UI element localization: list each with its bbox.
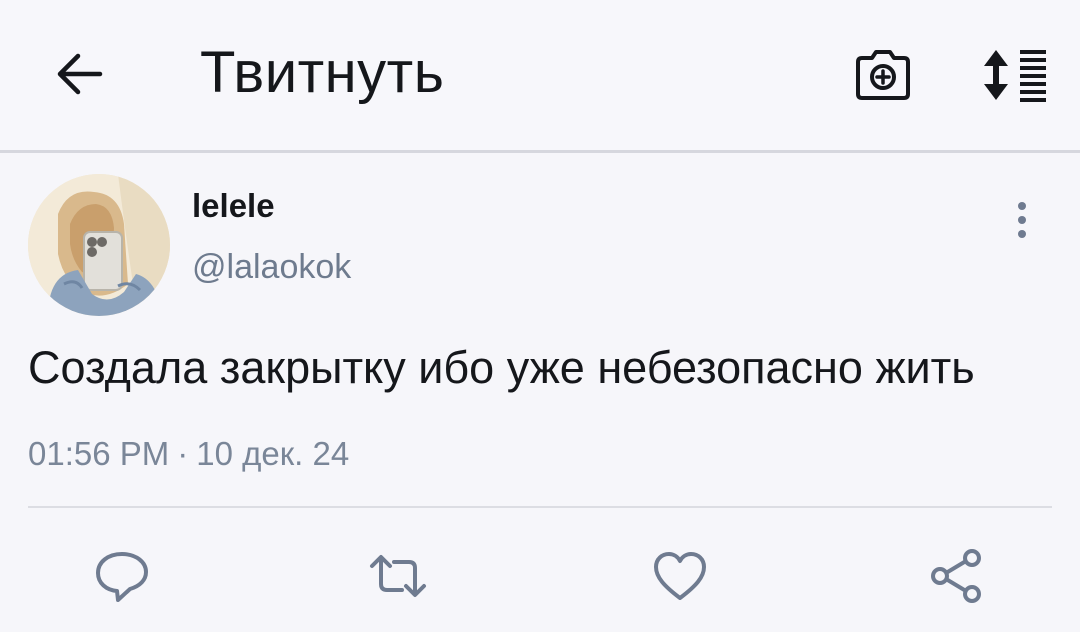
camera-icon	[856, 50, 910, 100]
tweet-time: 01:56 PM	[28, 435, 170, 472]
share-icon	[931, 549, 981, 603]
tweet-timestamp: 01:56 PM · 10 дек. 24	[28, 432, 349, 476]
arrow-left-icon	[57, 53, 103, 95]
heart-icon	[654, 552, 706, 600]
meta-separator: ·	[177, 435, 189, 472]
more-vertical-icon	[1018, 202, 1026, 238]
author-display-name[interactable]: lelele	[192, 186, 275, 226]
retweet-button[interactable]	[368, 546, 428, 606]
reply-icon	[96, 552, 148, 602]
retweet-icon	[370, 555, 426, 597]
header-divider	[0, 150, 1080, 153]
reply-button[interactable]	[92, 546, 152, 606]
share-button[interactable]	[928, 546, 988, 606]
like-button[interactable]	[650, 546, 710, 606]
more-options-button[interactable]	[1004, 198, 1040, 244]
author-handle[interactable]: @lalaokok	[192, 246, 351, 288]
page-title: Твитнуть	[200, 40, 445, 105]
content-divider	[28, 506, 1052, 508]
tweet-date: 10 дек. 24	[196, 435, 350, 472]
sort-button[interactable]	[978, 46, 1050, 104]
avatar[interactable]	[28, 174, 170, 316]
sort-list-icon	[984, 50, 1046, 102]
camera-button[interactable]	[852, 44, 914, 104]
back-button[interactable]	[52, 46, 108, 102]
top-app-bar: Твитнуть	[0, 0, 1080, 153]
tweet-text: Создала закрытку ибо уже небезопасно жит…	[28, 342, 975, 393]
